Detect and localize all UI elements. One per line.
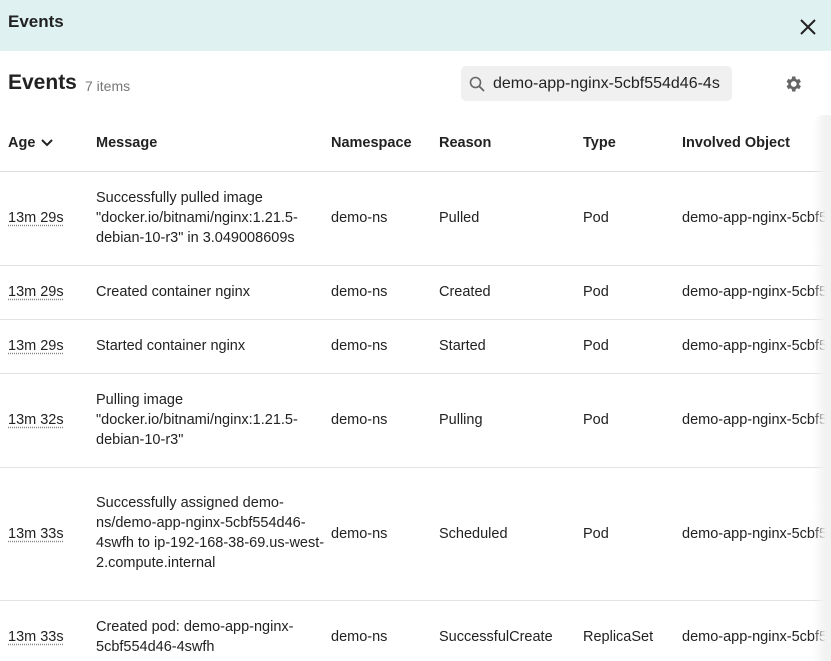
message-cell: Pulling image "docker.io/bitnami/nginx:1…	[96, 373, 331, 468]
search-box[interactable]	[461, 66, 732, 101]
reason-cell-text: Created	[439, 284, 491, 300]
table-row[interactable]: 13m 32s Pulling image "docker.io/bitnami/…	[0, 373, 831, 468]
panel-header: Events	[0, 0, 831, 51]
namespace-cell: demo-ns	[331, 600, 439, 661]
reason-cell: Scheduled	[439, 467, 583, 601]
column-message[interactable]: Message	[96, 115, 331, 172]
involved-object-cell: demo-app-nginx-5cbf55	[682, 600, 831, 661]
type-cell: ReplicaSet	[583, 600, 682, 661]
age-cell-text[interactable]: 13m 33s	[8, 629, 64, 645]
namespace-cell: demo-ns	[331, 265, 439, 320]
namespace-cell-text: demo-ns	[331, 629, 388, 645]
namespace-cell: demo-ns	[331, 171, 439, 266]
namespace-cell: demo-ns	[331, 319, 439, 374]
age-cell: 13m 32s	[0, 373, 96, 468]
type-cell: Pod	[583, 373, 682, 468]
message-cell: Created pod: demo-app-nginx-5cbf554d46-4…	[96, 600, 331, 661]
message-cell-text: Successfully pulled image "docker.io/bit…	[96, 189, 298, 246]
type-cell-text: Pod	[583, 338, 609, 354]
reason-cell: SuccessfulCreate	[439, 600, 583, 661]
type-cell: Pod	[583, 467, 682, 601]
type-cell-text: Pod	[583, 210, 609, 226]
table-row[interactable]: 13m 29s Started container nginx demo-ns Sta…	[0, 319, 831, 374]
type-cell: Pod	[583, 265, 682, 320]
search-icon	[469, 76, 485, 92]
reason-cell-text: Pulled	[439, 210, 480, 226]
page-title: Events	[8, 71, 77, 94]
age-cell: 13m 33s	[0, 467, 96, 601]
age-cell-text[interactable]: 13m 29s	[8, 284, 64, 300]
namespace-cell-text: demo-ns	[331, 525, 388, 542]
table-row[interactable]: 13m 33s Created pod: demo-app-nginx-5cbf5…	[0, 600, 831, 661]
type-cell-text: Pod	[583, 525, 609, 542]
close-icon	[800, 18, 816, 35]
involved-object-cell: demo-app-nginx-5cbf55	[682, 467, 831, 601]
message-cell: Started container nginx	[96, 319, 331, 374]
reason-cell-text: Scheduled	[439, 525, 508, 542]
table-row[interactable]: 13m 29s Created container nginx demo-ns Cre…	[0, 265, 831, 320]
type-cell: Pod	[583, 171, 682, 266]
type-cell-text: Pod	[583, 412, 609, 428]
involved-object-cell-text[interactable]: demo-app-nginx-5cbf55	[682, 629, 831, 645]
chevron-down-icon	[41, 139, 54, 147]
table-row[interactable]: 13m 29s Successfully pulled image "docker…	[0, 171, 831, 266]
reason-cell-text: Started	[439, 338, 486, 354]
age-cell: 13m 29s	[0, 171, 96, 266]
column-involved-object[interactable]: Involved Object	[682, 115, 831, 172]
column-type[interactable]: Type	[583, 115, 682, 172]
involved-object-cell: demo-app-nginx-5cbf55	[682, 265, 831, 320]
column-reason[interactable]: Reason	[439, 115, 583, 172]
search-input[interactable]	[493, 74, 723, 93]
namespace-cell-text: demo-ns	[331, 210, 388, 226]
namespace-cell-text: demo-ns	[331, 412, 388, 428]
involved-object-cell-text[interactable]: demo-app-nginx-5cbf55	[682, 526, 831, 542]
age-cell: 13m 29s	[0, 319, 96, 374]
message-cell: Created container nginx	[96, 265, 331, 320]
reason-cell: Started	[439, 319, 583, 374]
message-cell-text: Created container nginx	[96, 283, 250, 300]
namespace-cell-text: demo-ns	[331, 338, 388, 354]
message-cell: Successfully assigned demo-ns/demo-app-n…	[96, 467, 331, 601]
age-cell: 13m 29s	[0, 265, 96, 320]
namespace-cell: demo-ns	[331, 373, 439, 468]
age-cell: 13m 33s	[0, 600, 96, 661]
message-cell: Successfully pulled image "docker.io/bit…	[96, 171, 331, 266]
age-cell-text[interactable]: 13m 29s	[8, 338, 64, 354]
reason-cell: Pulled	[439, 171, 583, 266]
reason-cell: Pulling	[439, 373, 583, 468]
namespace-cell: demo-ns	[331, 467, 439, 601]
namespace-cell-text: demo-ns	[331, 284, 388, 300]
list-header: Events 7 items	[0, 51, 831, 115]
column-namespace[interactable]: Namespace	[331, 115, 439, 172]
message-cell-text: Created pod: demo-app-nginx-5cbf554d46-4…	[96, 618, 294, 655]
involved-object-cell-text[interactable]: demo-app-nginx-5cbf55	[682, 412, 831, 428]
reason-cell: Created	[439, 265, 583, 320]
involved-object-cell-text[interactable]: demo-app-nginx-5cbf55	[682, 210, 831, 226]
events-table: Age Message Namespace Reason Type Involv…	[0, 115, 831, 661]
age-cell-text[interactable]: 13m 29s	[8, 210, 64, 226]
involved-object-cell: demo-app-nginx-5cbf55	[682, 319, 831, 374]
table-row[interactable]: 13m 33s Successfully assigned demo-ns/dem…	[0, 467, 831, 601]
gear-icon[interactable]	[783, 74, 803, 94]
column-age[interactable]: Age	[0, 115, 96, 172]
type-cell-text: Pod	[583, 284, 609, 300]
message-cell-text: Successfully assigned demo-ns/demo-app-n…	[96, 495, 325, 571]
type-cell-text: ReplicaSet	[583, 629, 654, 645]
message-cell-text: Pulling image "docker.io/bitnami/nginx:1…	[96, 391, 298, 448]
reason-cell-text: SuccessfulCreate	[439, 629, 553, 645]
involved-object-cell: demo-app-nginx-5cbf55	[682, 373, 831, 468]
message-cell-text: Started container nginx	[96, 337, 246, 354]
table-header-row: Age Message Namespace Reason Type Involv…	[0, 115, 831, 172]
involved-object-cell-text[interactable]: demo-app-nginx-5cbf55	[682, 338, 831, 354]
involved-object-cell-text[interactable]: demo-app-nginx-5cbf55	[682, 284, 831, 300]
panel-title: Events	[8, 11, 64, 31]
item-count: 7 items	[85, 78, 131, 94]
age-cell-text[interactable]: 13m 32s	[8, 412, 64, 428]
age-cell-text[interactable]: 13m 33s	[8, 526, 64, 542]
reason-cell-text: Pulling	[439, 412, 483, 428]
close-button[interactable]	[793, 12, 823, 42]
involved-object-cell: demo-app-nginx-5cbf55	[682, 171, 831, 266]
type-cell: Pod	[583, 319, 682, 374]
